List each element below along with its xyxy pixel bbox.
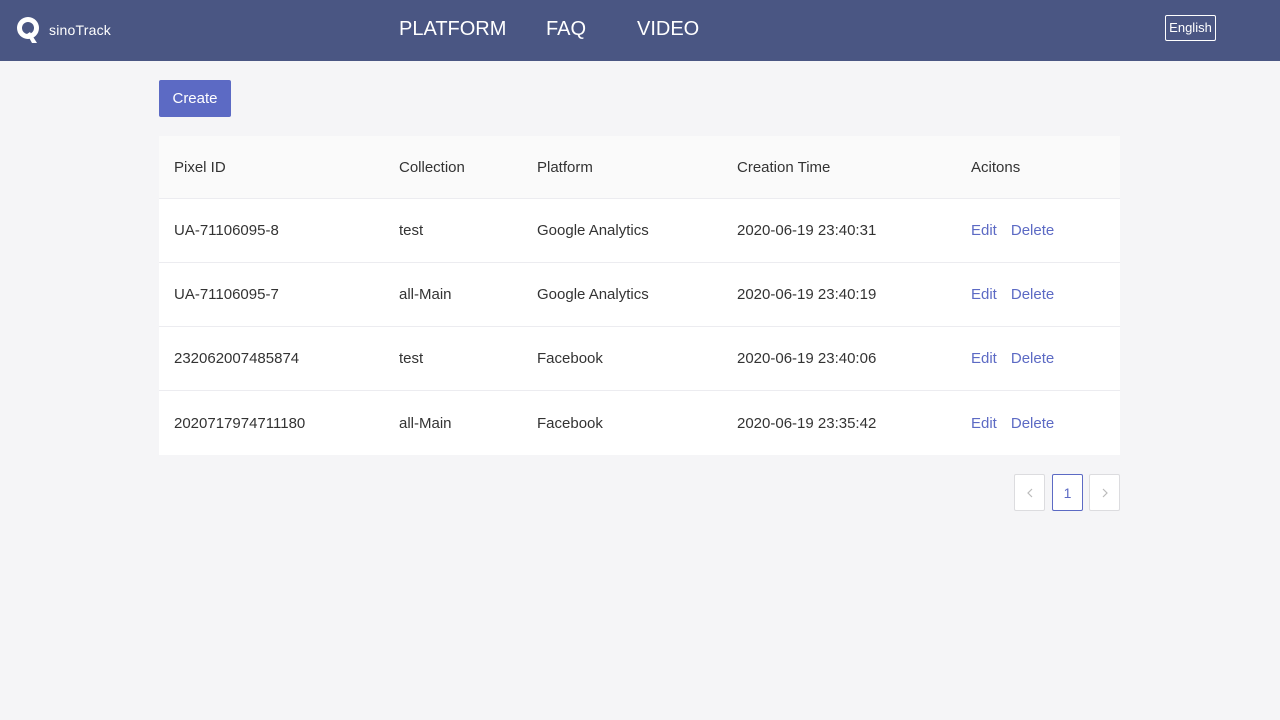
cell-creation-time: 2020-06-19 23:40:19: [737, 286, 877, 303]
header-actions: Acitons: [971, 158, 1021, 176]
cell-pixel-id: 232062007485874: [174, 350, 300, 367]
cell-creation-time: 2020-06-19 23:35:42: [737, 414, 877, 432]
edit-link[interactable]: Edit: [971, 350, 997, 367]
page-1-button[interactable]: 1: [1052, 474, 1083, 511]
cell-platform: Google Analytics: [537, 222, 649, 239]
chevron-right-icon: [1102, 488, 1108, 497]
table-row: UA-71106095-7 all-Main Google Analytics …: [159, 263, 1120, 327]
cell-pixel-id: 2020717974711180: [174, 414, 306, 432]
language-button[interactable]: English: [1165, 15, 1216, 41]
cell-actions: Edit Delete: [971, 327, 1054, 390]
create-button[interactable]: Create: [159, 80, 231, 117]
header-collection: Collection: [399, 158, 465, 176]
delete-link[interactable]: Delete: [1011, 286, 1054, 303]
top-bar: sinoTrack PLATFORM FAQ VIDEO English: [0, 0, 1280, 61]
delete-link[interactable]: Delete: [1011, 222, 1054, 239]
edit-link[interactable]: Edit: [971, 222, 997, 239]
cell-platform: Facebook: [537, 350, 603, 367]
cell-collection: test: [399, 350, 424, 367]
cell-collection: all-Main: [399, 414, 452, 432]
nav-faq[interactable]: FAQ: [546, 16, 586, 42]
edit-link[interactable]: Edit: [971, 286, 997, 303]
table-row: 232062007485874 test Facebook 2020-06-19…: [159, 327, 1120, 391]
cell-platform: Google Analytics: [537, 286, 649, 303]
nav-video[interactable]: VIDEO: [637, 16, 699, 42]
table-row: UA-71106095-8 test Google Analytics 2020…: [159, 199, 1120, 263]
cell-collection: test: [399, 222, 424, 239]
delete-link[interactable]: Delete: [1011, 350, 1054, 367]
cell-collection: all-Main: [399, 286, 452, 303]
cell-creation-time: 2020-06-19 23:40:31: [737, 222, 877, 239]
header-platform: Platform: [537, 158, 593, 176]
chevron-left-icon: [1026, 488, 1032, 497]
cell-pixel-id: UA-71106095-8: [174, 222, 279, 239]
cell-pixel-id: UA-71106095-7: [174, 286, 279, 303]
delete-link[interactable]: Delete: [1011, 415, 1054, 432]
nav-platform[interactable]: PLATFORM: [399, 16, 506, 42]
table-header: Pixel ID Collection Platform Creation Ti…: [159, 136, 1120, 199]
table-row: 2020717974711180 all-Main Facebook 2020-…: [159, 391, 1120, 455]
brand-logo[interactable]: sinoTrack: [15, 14, 111, 46]
cell-platform: Facebook: [537, 414, 603, 432]
cell-actions: Edit Delete: [971, 391, 1054, 455]
pixel-table: Pixel ID Collection Platform Creation Ti…: [159, 136, 1120, 455]
cell-creation-time: 2020-06-19 23:40:06: [737, 350, 877, 367]
next-page-button[interactable]: [1089, 474, 1120, 511]
brand-name: sinoTrack: [49, 22, 111, 38]
header-creation-time: Creation Time: [737, 158, 831, 176]
cell-actions: Edit Delete: [971, 263, 1054, 326]
prev-page-button[interactable]: [1014, 474, 1045, 511]
q-logo-icon: [17, 17, 39, 43]
cell-actions: Edit Delete: [971, 199, 1054, 262]
edit-link[interactable]: Edit: [971, 415, 997, 432]
header-pixel-id: Pixel ID: [174, 158, 226, 176]
